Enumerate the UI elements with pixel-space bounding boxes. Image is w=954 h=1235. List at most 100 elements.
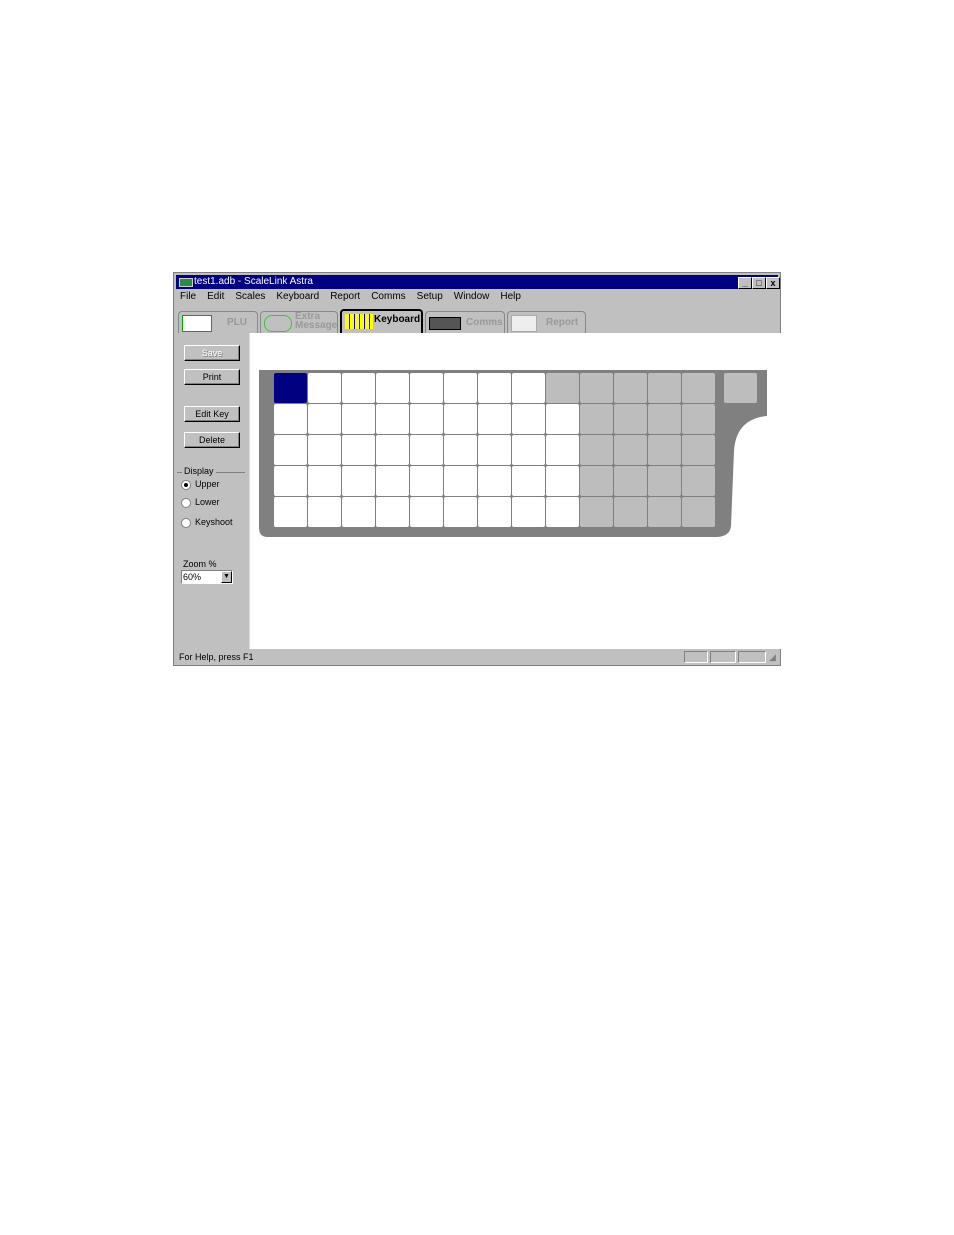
keyboard-key-r5c9[interactable] — [546, 497, 579, 527]
keyboard-key-r5c12[interactable] — [648, 497, 681, 527]
menu-help[interactable]: Help — [500, 291, 521, 302]
keyboard-key-r5c6[interactable] — [444, 497, 477, 527]
keyboard-key-r2c8[interactable] — [512, 404, 545, 434]
keyboard-key-r2c6[interactable] — [444, 404, 477, 434]
keyboard-key-r3c12[interactable] — [648, 435, 681, 465]
menu-setup[interactable]: Setup — [417, 291, 443, 302]
radio-label: Upper — [195, 479, 220, 489]
keyboard-key-r2c13[interactable] — [682, 404, 715, 434]
keyboard-key-r1c11[interactable] — [614, 373, 647, 403]
keyboard-key-r2c10[interactable] — [580, 404, 613, 434]
keyboard-key-r4c12[interactable] — [648, 466, 681, 496]
keyboard-key-r1c7[interactable] — [478, 373, 511, 403]
keyboard-key-r4c1[interactable] — [274, 466, 307, 496]
keyboard-key-r5c10[interactable] — [580, 497, 613, 527]
keyboard-key-r3c8[interactable] — [512, 435, 545, 465]
keyboard-key-r4c9[interactable] — [546, 466, 579, 496]
tab-comms[interactable]: Comms — [425, 311, 505, 333]
tab-report[interactable]: Report — [507, 311, 586, 333]
keyboard-key-extra[interactable] — [724, 373, 757, 403]
keyboard-key-r2c12[interactable] — [648, 404, 681, 434]
keyboard-key-r3c2[interactable] — [308, 435, 341, 465]
keyboard-key-r3c6[interactable] — [444, 435, 477, 465]
keyboard-key-r3c11[interactable] — [614, 435, 647, 465]
keyboard-key-r3c7[interactable] — [478, 435, 511, 465]
keyboard-key-r5c5[interactable] — [410, 497, 443, 527]
menu-report[interactable]: Report — [330, 291, 360, 302]
minimize-button[interactable]: _ — [738, 277, 752, 289]
keyboard-key-r1c3[interactable] — [342, 373, 375, 403]
keyboard-key-r2c7[interactable] — [478, 404, 511, 434]
maximize-button[interactable]: □ — [752, 277, 766, 289]
delete-button[interactable]: Delete — [184, 432, 240, 448]
keyboard-key-r5c11[interactable] — [614, 497, 647, 527]
menu-window[interactable]: Window — [454, 291, 490, 302]
keyboard-key-r1c2[interactable] — [308, 373, 341, 403]
keyboard-key-r5c2[interactable] — [308, 497, 341, 527]
save-button[interactable]: Save — [184, 345, 240, 361]
keyboard-key-r1c8[interactable] — [512, 373, 545, 403]
chevron-down-icon[interactable]: ▼ — [221, 571, 232, 583]
keyboard-key-r2c1[interactable] — [274, 404, 307, 434]
keyboard-key-r1c13[interactable] — [682, 373, 715, 403]
keyboard-key-r5c1[interactable] — [274, 497, 307, 527]
keyboard-key-r4c5[interactable] — [410, 466, 443, 496]
print-button[interactable]: Print — [184, 369, 240, 385]
keyboard-key-r2c2[interactable] — [308, 404, 341, 434]
close-button[interactable]: x — [766, 277, 780, 289]
keyboard-key-r5c4[interactable] — [376, 497, 409, 527]
keyboard-key-r5c3[interactable] — [342, 497, 375, 527]
tab-label: Report — [546, 317, 579, 328]
menu-file[interactable]: File — [180, 291, 196, 302]
keyboard-key-r1c6[interactable] — [444, 373, 477, 403]
radio-keyshoot[interactable]: Keyshoot — [181, 517, 233, 528]
keyboard-key-r1c4[interactable] — [376, 373, 409, 403]
keyboard-key-r3c10[interactable] — [580, 435, 613, 465]
keyboard-key-r4c3[interactable] — [342, 466, 375, 496]
keyboard-key-r4c2[interactable] — [308, 466, 341, 496]
menu-scales[interactable]: Scales — [235, 291, 265, 302]
keyboard-key-r4c13[interactable] — [682, 466, 715, 496]
tab-extra-message[interactable]: Extra Message — [260, 311, 338, 333]
keyboard-key-r2c5[interactable] — [410, 404, 443, 434]
keyboard-key-r3c13[interactable] — [682, 435, 715, 465]
menu-edit[interactable]: Edit — [207, 291, 224, 302]
menu-comms[interactable]: Comms — [371, 291, 405, 302]
keyboard-key-r1c10[interactable] — [580, 373, 613, 403]
zoom-select[interactable]: 60% ▼ — [181, 570, 233, 584]
keyboard-key-r3c5[interactable] — [410, 435, 443, 465]
title-bar[interactable]: test1.adb - ScaleLink Astra _ □ x — [176, 275, 780, 289]
tab-label: Comms — [466, 317, 503, 328]
keyboard-key-r4c8[interactable] — [512, 466, 545, 496]
keyboard-key-r3c4[interactable] — [376, 435, 409, 465]
keyboard-key-r2c9[interactable] — [546, 404, 579, 434]
keyboard-key-r3c9[interactable] — [546, 435, 579, 465]
keyboard-key-r1c9[interactable] — [546, 373, 579, 403]
keyboard-key-r4c7[interactable] — [478, 466, 511, 496]
keyboard-key-r5c13[interactable] — [682, 497, 715, 527]
radio-upper[interactable]: Upper — [181, 479, 220, 490]
keyboard-key-r1c5[interactable] — [410, 373, 443, 403]
keyboard-key-r2c4[interactable] — [376, 404, 409, 434]
keyboard-key-r1c1[interactable] — [274, 373, 307, 403]
keyboard-key-r4c11[interactable] — [614, 466, 647, 496]
edit-key-button[interactable]: Edit Key — [184, 406, 240, 422]
tab-label: Keyboard — [374, 314, 421, 325]
keyboard-key-r3c3[interactable] — [342, 435, 375, 465]
menu-keyboard[interactable]: Keyboard — [276, 291, 319, 302]
resize-grip-icon[interactable]: ◢ — [769, 652, 776, 663]
status-text: For Help, press F1 — [179, 652, 254, 662]
radio-lower[interactable]: Lower — [181, 497, 220, 508]
keyboard-key-r3c1[interactable] — [274, 435, 307, 465]
keyboard-key-r4c6[interactable] — [444, 466, 477, 496]
tab-plu[interactable]: PLU — [178, 311, 258, 333]
keyboard-key-r2c11[interactable] — [614, 404, 647, 434]
keyboard-key-r5c8[interactable] — [512, 497, 545, 527]
keyboard-key-r2c3[interactable] — [342, 404, 375, 434]
radio-label: Lower — [195, 497, 220, 507]
keyboard-key-r1c12[interactable] — [648, 373, 681, 403]
tab-keyboard[interactable]: Keyboard — [340, 309, 423, 333]
keyboard-key-r4c4[interactable] — [376, 466, 409, 496]
keyboard-key-r5c7[interactable] — [478, 497, 511, 527]
keyboard-key-r4c10[interactable] — [580, 466, 613, 496]
